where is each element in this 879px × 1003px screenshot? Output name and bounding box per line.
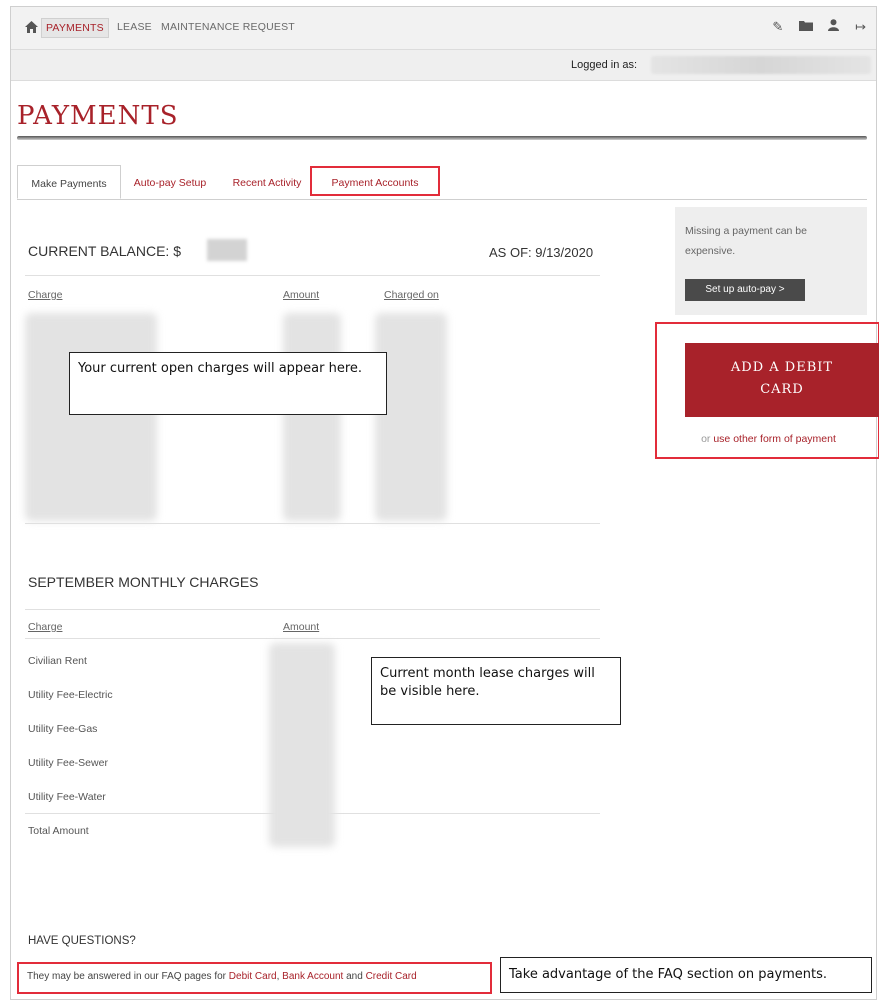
charge-row: Utility Fee-Gas bbox=[28, 723, 98, 735]
add-debit-card-label-line1: ADD A DEBIT bbox=[730, 360, 834, 375]
nav-lease[interactable]: LEASE bbox=[113, 18, 156, 36]
faq-text-prefix: They may be answered in our FAQ pages fo… bbox=[27, 971, 229, 982]
tab-make-payments[interactable]: Make Payments bbox=[17, 165, 121, 199]
logged-in-user-redacted bbox=[651, 56, 871, 74]
open-dates-redacted bbox=[375, 313, 447, 521]
monthly-charges-heading: SEPTEMBER MONTHLY CHARGES bbox=[28, 574, 259, 590]
nav-maintenance-request[interactable]: MAINTENANCE REQUEST bbox=[157, 18, 299, 36]
nav-icons: ✎ ↦ bbox=[760, 19, 866, 35]
charge-row: Utility Fee-Electric bbox=[28, 689, 113, 701]
autopay-reminder-panel: Missing a payment can be expensive. Set … bbox=[675, 207, 867, 315]
setup-autopay-button[interactable]: Set up auto-pay > bbox=[685, 279, 805, 301]
balance-amount-redacted bbox=[207, 239, 247, 261]
faq-debit-card-link[interactable]: Debit Card bbox=[229, 971, 277, 982]
add-debit-card-button[interactable]: ADD A DEBIT CARD bbox=[685, 343, 879, 417]
charge-row: Utility Fee-Water bbox=[28, 791, 106, 803]
pencil-icon[interactable]: ✎ bbox=[772, 19, 783, 34]
tab-payment-accounts[interactable]: Payment Accounts bbox=[310, 166, 440, 196]
user-icon[interactable] bbox=[828, 19, 843, 34]
top-nav: PAYMENTS LEASE MAINTENANCE REQUEST ✎ ↦ bbox=[11, 7, 876, 50]
tab-recent-activity[interactable]: Recent Activity bbox=[221, 165, 313, 199]
open-charges-redacted bbox=[25, 313, 157, 521]
faq-text: They may be answered in our FAQ pages fo… bbox=[27, 971, 417, 982]
divider bbox=[25, 638, 600, 639]
tab-bar: Make Payments Auto-pay Setup Recent Acti… bbox=[17, 165, 867, 200]
column-charge[interactable]: Charge bbox=[28, 621, 62, 633]
column-amount[interactable]: Amount bbox=[283, 621, 319, 633]
column-charged-on[interactable]: Charged on bbox=[384, 289, 439, 301]
folder-icon[interactable] bbox=[798, 19, 817, 34]
faq-separator: and bbox=[343, 971, 366, 982]
charge-row: Utility Fee-Sewer bbox=[28, 757, 108, 769]
nav-payments[interactable]: PAYMENTS bbox=[41, 18, 109, 38]
charge-row: Civilian Rent bbox=[28, 655, 87, 667]
column-amount[interactable]: Amount bbox=[283, 289, 319, 301]
open-amounts-redacted bbox=[283, 313, 341, 521]
other-payment-link[interactable]: use other form of payment bbox=[713, 433, 836, 445]
monthly-amounts-redacted bbox=[269, 643, 335, 847]
page-title: PAYMENTS bbox=[17, 101, 179, 131]
title-divider bbox=[17, 136, 867, 140]
sign-out-icon[interactable]: ↦ bbox=[855, 19, 866, 34]
page-frame: PAYMENTS LEASE MAINTENANCE REQUEST ✎ ↦ L… bbox=[10, 6, 879, 1000]
callout-open-charges: Your current open charges will appear he… bbox=[69, 352, 387, 415]
home-icon[interactable] bbox=[25, 21, 38, 36]
add-debit-card-label-line2: CARD bbox=[760, 382, 804, 397]
other-payment-option: or use other form of payment bbox=[671, 433, 866, 445]
autopay-reminder-text: Missing a payment can be expensive. bbox=[685, 225, 807, 257]
other-payment-prefix: or bbox=[701, 433, 714, 445]
login-bar: Logged in as: bbox=[11, 50, 876, 81]
as-of-date: AS OF: 9/13/2020 bbox=[489, 245, 594, 260]
callout-faq: Take advantage of the FAQ section on pay… bbox=[500, 957, 872, 993]
callout-monthly-charges: Current month lease charges will be visi… bbox=[371, 657, 621, 725]
faq-heading: HAVE QUESTIONS? bbox=[28, 935, 136, 947]
current-balance-heading: CURRENT BALANCE: $ bbox=[28, 243, 182, 259]
total-row: Total Amount bbox=[28, 825, 89, 837]
tab-auto-pay-setup[interactable]: Auto-pay Setup bbox=[125, 165, 215, 199]
logged-in-label: Logged in as: bbox=[571, 59, 638, 71]
faq-credit-card-link[interactable]: Credit Card bbox=[366, 971, 417, 982]
divider bbox=[25, 609, 600, 610]
column-charge[interactable]: Charge bbox=[28, 289, 62, 301]
faq-bank-account-link[interactable]: Bank Account bbox=[282, 971, 343, 982]
divider bbox=[25, 523, 600, 524]
divider bbox=[25, 275, 600, 276]
